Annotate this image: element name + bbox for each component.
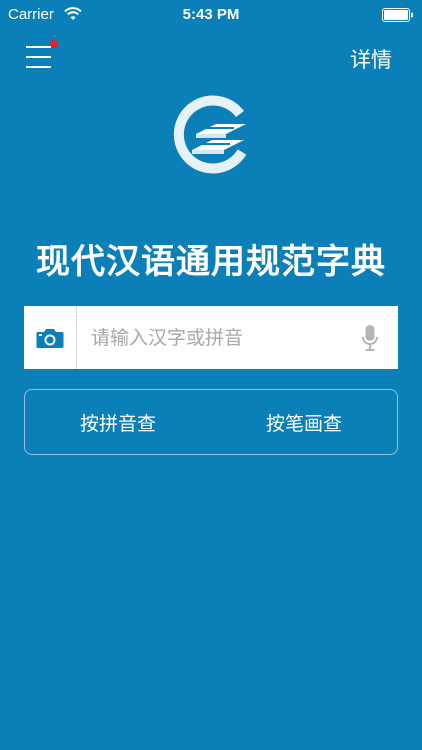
search-input[interactable] [77,306,342,369]
lookup-by-stroke-button[interactable]: 按笔画查 [211,390,397,454]
menu-line-icon [26,66,51,68]
voice-input-button[interactable] [342,306,398,369]
search-box [24,306,398,369]
menu-line-icon [26,56,51,58]
notification-dot-icon [50,40,58,48]
status-time: 5:43 PM [182,6,240,23]
book-logo-icon [173,95,247,174]
app-title: 现代汉语通用规范字典 [36,242,386,282]
details-button[interactable]: 详情 [350,44,392,74]
status-bar: Carrier 5:43 PM [0,0,422,30]
lookup-options-panel: 按拼音查 按笔画查 [24,389,398,455]
camera-button[interactable] [24,306,77,369]
menu-button[interactable] [24,40,58,74]
microphone-icon [362,324,378,351]
camera-icon [36,328,64,348]
menu-line-icon [26,46,51,48]
battery-icon [382,8,413,22]
lookup-by-pinyin-button[interactable]: 按拼音查 [25,390,211,454]
